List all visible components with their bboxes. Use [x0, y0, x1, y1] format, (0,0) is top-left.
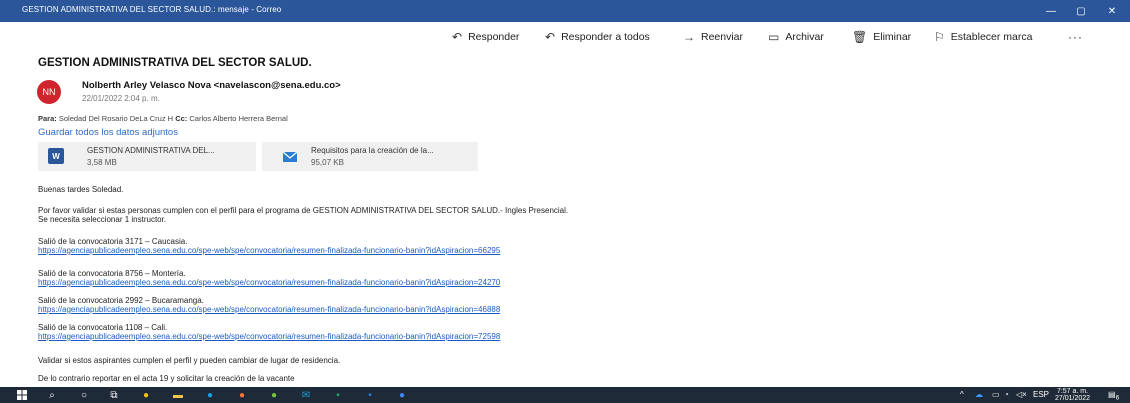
edge-icon[interactable]: ●: [204, 389, 216, 401]
clock[interactable]: 7:57 a. m. 27/01/2022: [1055, 388, 1090, 402]
attachment-size: 95,07 KB: [311, 158, 344, 167]
minimize-button[interactable]: —: [1037, 0, 1065, 22]
attachment-name: Requisitos para la creación de la...: [311, 146, 434, 155]
word-icon: W: [48, 148, 64, 164]
forward-button[interactable]: → Reenviar: [683, 29, 743, 45]
recipients: Para: Soledad Del Rosario DeLa Cruz H Cc…: [38, 114, 288, 123]
forward-icon: →: [683, 30, 695, 44]
flag-button[interactable]: ⚐ Establecer marca: [934, 29, 1032, 45]
to-recipient[interactable]: Soledad Del Rosario DeLa Cruz H: [59, 114, 173, 123]
word-icon[interactable]: ▪: [364, 389, 376, 401]
mail-icon[interactable]: ✉: [300, 389, 312, 401]
message-subject: GESTION ADMINISTRATIVA DEL SECTOR SALUD.: [38, 57, 312, 69]
cc-label: Cc:: [175, 114, 188, 123]
clock-date: 27/01/2022: [1055, 395, 1091, 402]
convocatoria-link[interactable]: https://agenciapublicadeempleo.sena.edu.…: [38, 332, 500, 341]
envelope-icon: [282, 151, 298, 162]
attachment-card[interactable]: W GESTION ADMINISTRATIVA DEL... 3,58 MB: [38, 142, 256, 171]
avatar: NN: [37, 80, 61, 104]
app-icon[interactable]: ●: [268, 389, 280, 401]
body-paragraph: De lo contrario reportar en el acta 19 y…: [38, 374, 295, 383]
trash-icon: 🗑: [852, 30, 868, 44]
language-indicator[interactable]: ESP: [1033, 390, 1049, 399]
chrome-icon[interactable]: ●: [396, 389, 408, 401]
archive-button[interactable]: ▭ Archivar: [768, 29, 824, 45]
flag-label: Establecer marca: [950, 31, 1033, 43]
search-icon[interactable]: ⌕: [46, 389, 58, 401]
firefox-icon[interactable]: ●: [236, 389, 248, 401]
message-date: 22/01/2022 2:04 p. m.: [82, 94, 160, 103]
reply-all-label: Responder a todos: [561, 31, 650, 43]
taskbar: ⌕ ○ ⧉ ● ▬ ● ● ● ✉ ▪ ▪ ● ^ ☁ ▭ ◔ ◁× ESP 7…: [0, 387, 1130, 403]
maximize-button[interactable]: ▢: [1067, 0, 1095, 22]
more-options-button[interactable]: ···: [1068, 29, 1083, 45]
windows-start-icon[interactable]: [16, 389, 28, 401]
cortana-icon[interactable]: ○: [78, 389, 90, 401]
convocatoria-link[interactable]: https://agenciapublicadeempleo.sena.edu.…: [38, 246, 500, 255]
body-paragraph: Se necesita seleccionar 1 instructor.: [38, 215, 167, 224]
archive-icon: ▭: [768, 30, 780, 44]
body-paragraph: Validar si estos aspirantes cumplen el p…: [38, 356, 341, 365]
reply-icon: ↶: [452, 30, 463, 44]
close-button[interactable]: ✕: [1098, 0, 1126, 22]
chrome-icon[interactable]: ●: [140, 389, 152, 401]
delete-label: Eliminar: [873, 31, 912, 43]
forward-label: Reenviar: [701, 31, 744, 43]
volume-icon[interactable]: ◁×: [1016, 390, 1027, 399]
wifi-icon[interactable]: ◔: [1004, 390, 1009, 399]
reply-button[interactable]: ↶ Responder: [452, 29, 519, 45]
attachment-name: GESTION ADMINISTRATIVA DEL...: [87, 146, 215, 155]
convocatoria-text: Salió de la convocatoria 1108 – Cali.: [38, 323, 168, 332]
excel-icon[interactable]: ▪: [332, 389, 344, 401]
greeting: Buenas tardes Soledad.: [38, 185, 124, 194]
title-bar: GESTION ADMINISTRATIVA DEL SECTOR SALUD.…: [0, 0, 1130, 22]
notification-icon[interactable]: ▤6: [1108, 390, 1119, 402]
save-all-attachments-link[interactable]: Guardar todos los datos adjuntos: [38, 127, 178, 138]
delete-button[interactable]: 🗑 Eliminar: [852, 29, 911, 45]
convocatoria-text: Salió de la convocatoria 8756 – Montería…: [38, 269, 186, 278]
battery-icon[interactable]: ▭: [992, 390, 1000, 399]
convocatoria-text: Salió de la convocatoria 3171 – Caucasia…: [38, 237, 188, 246]
reply-all-button[interactable]: ↶ Responder a todos: [545, 29, 650, 45]
convocatoria-link[interactable]: https://agenciapublicadeempleo.sena.edu.…: [38, 305, 500, 314]
sender-name[interactable]: Nolberth Arley Velasco Nova <navelascon@…: [82, 80, 341, 91]
window-title: GESTION ADMINISTRATIVA DEL SECTOR SALUD.…: [22, 5, 282, 14]
notification-count: 6: [1115, 394, 1120, 402]
attachment-card[interactable]: Requisitos para la creación de la... 95,…: [262, 142, 478, 171]
archive-label: Archivar: [785, 31, 824, 43]
convocatoria-link[interactable]: https://agenciapublicadeempleo.sena.edu.…: [38, 278, 500, 287]
onedrive-icon[interactable]: ☁: [975, 390, 983, 399]
task-view-icon[interactable]: ⧉: [108, 389, 120, 401]
reply-label: Responder: [468, 31, 520, 43]
cc-recipient[interactable]: Carlos Alberto Herrera Bernal: [189, 114, 287, 123]
body-paragraph: Por favor validar si estas personas cump…: [38, 206, 569, 215]
chevron-up-icon[interactable]: ^: [960, 390, 964, 399]
reply-all-icon: ↶: [545, 30, 556, 44]
clock-time: 7:57 a. m.: [1056, 388, 1089, 395]
attachment-size: 3,58 MB: [87, 158, 117, 167]
flag-icon: ⚐: [934, 30, 945, 44]
command-bar: ↶ Responder ↶ Responder a todos → Reenvi…: [0, 26, 1130, 48]
convocatoria-text: Salió de la convocatoria 2992 – Bucarama…: [38, 296, 204, 305]
file-explorer-icon[interactable]: ▬: [172, 389, 184, 401]
to-label: Para:: [38, 114, 57, 123]
